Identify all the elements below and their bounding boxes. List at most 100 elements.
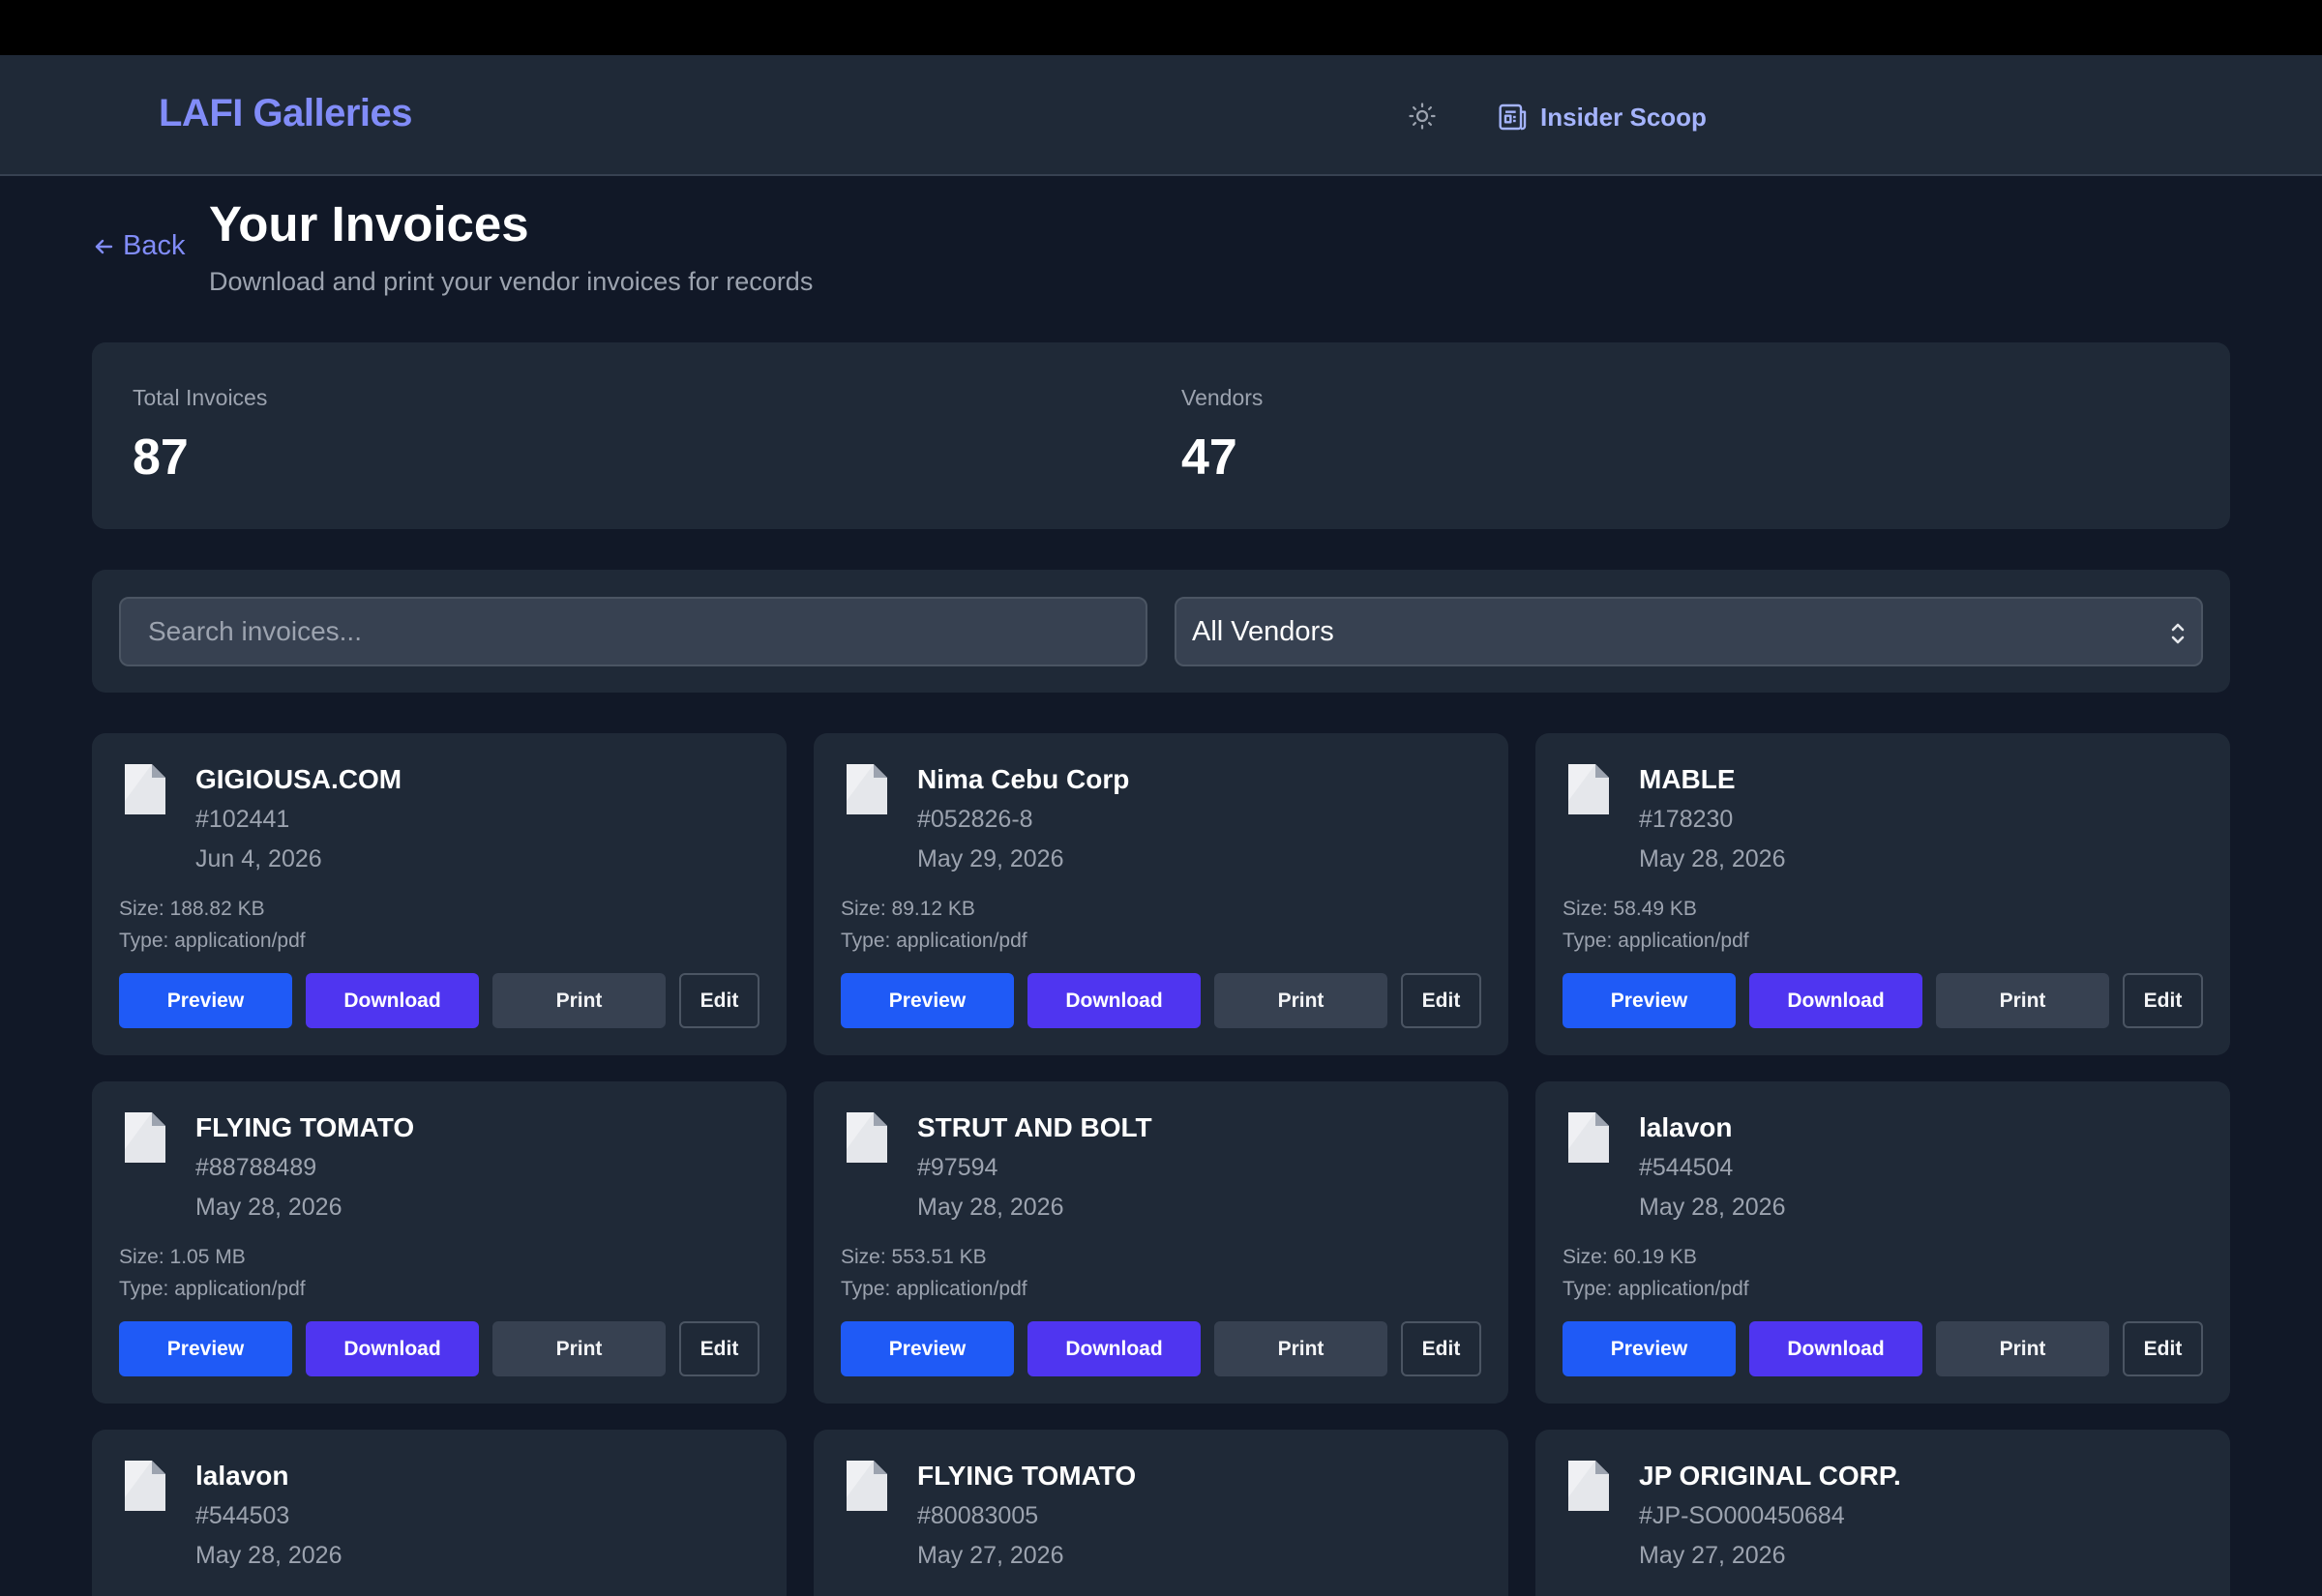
document-icon xyxy=(125,1112,165,1163)
window-top-bar xyxy=(0,0,2322,55)
invoice-number: #88788489 xyxy=(195,1154,317,1181)
site-header: LAFI Galleries Insider Scoop xyxy=(0,55,2322,176)
invoice-date: May 28, 2026 xyxy=(195,1542,342,1569)
filters-panel: All Vendors xyxy=(92,570,2230,693)
brand-logo[interactable]: LAFI Galleries xyxy=(159,92,412,135)
invoice-date: May 28, 2026 xyxy=(1639,1194,1786,1221)
invoice-vendor: lalavon xyxy=(1639,1112,1733,1142)
invoice-vendor: GIGIOUSA.COM xyxy=(195,764,402,794)
invoice-type: Type: application/pdf xyxy=(1563,1278,1749,1300)
edit-button[interactable]: Edit xyxy=(679,1321,759,1376)
invoice-size: Size: 188.82 KB xyxy=(119,898,265,920)
invoice-date: May 28, 2026 xyxy=(1639,845,1786,872)
invoice-vendor: STRUT AND BOLT xyxy=(917,1112,1152,1142)
invoice-date: May 28, 2026 xyxy=(917,1194,1064,1221)
invoice-size: Size: 1.05 MB xyxy=(119,1246,246,1268)
invoice-number: #052826-8 xyxy=(917,806,1033,833)
invoice-size: Size: 553.51 KB xyxy=(841,1246,987,1268)
vendor-select[interactable]: All Vendors xyxy=(1175,597,2203,666)
download-button[interactable]: Download xyxy=(306,973,479,1028)
stat-label: Vendors xyxy=(1181,385,1264,410)
invoice-card: FLYING TOMATO #80083005 May 27, 2026 xyxy=(814,1430,1508,1596)
preview-button[interactable]: Preview xyxy=(119,973,292,1028)
stat-label: Total Invoices xyxy=(133,385,268,410)
invoice-size: Size: 58.49 KB xyxy=(1563,898,1697,920)
invoice-type: Type: application/pdf xyxy=(1563,930,1749,952)
document-icon xyxy=(125,1461,165,1511)
arrow-left-icon xyxy=(95,239,113,253)
print-button[interactable]: Print xyxy=(1214,973,1387,1028)
invoice-vendor: FLYING TOMATO xyxy=(917,1461,1137,1491)
preview-button[interactable]: Preview xyxy=(841,1321,1014,1376)
invoice-number: #544503 xyxy=(195,1502,290,1529)
invoice-number: #97594 xyxy=(917,1154,998,1181)
download-button[interactable]: Download xyxy=(1027,1321,1201,1376)
document-icon xyxy=(1568,764,1609,814)
print-button[interactable]: Print xyxy=(492,973,666,1028)
print-button[interactable]: Print xyxy=(1936,1321,2109,1376)
invoice-date: May 28, 2026 xyxy=(195,1194,342,1221)
download-button[interactable]: Download xyxy=(306,1321,479,1376)
document-icon xyxy=(125,764,165,814)
invoice-date: May 27, 2026 xyxy=(1639,1542,1786,1569)
invoice-vendor: JP ORIGINAL CORP. xyxy=(1639,1461,1901,1491)
invoice-card: GIGIOUSA.COM #102441 Jun 4, 2026 Size: 1… xyxy=(92,733,787,1055)
vendor-select-value: All Vendors xyxy=(1192,615,1334,647)
invoice-number: #544504 xyxy=(1639,1154,1734,1181)
back-label: Back xyxy=(123,230,186,261)
stat-value: 47 xyxy=(1181,429,1237,486)
preview-button[interactable]: Preview xyxy=(1563,1321,1736,1376)
document-icon xyxy=(1568,1112,1609,1163)
invoice-vendor: Nima Cebu Corp xyxy=(917,764,1130,794)
edit-button[interactable]: Edit xyxy=(2123,973,2203,1028)
sun-icon xyxy=(1409,103,1436,130)
document-icon xyxy=(847,1112,887,1163)
back-link[interactable]: Back xyxy=(92,230,185,262)
invoice-date: May 27, 2026 xyxy=(917,1542,1064,1569)
invoice-type: Type: application/pdf xyxy=(841,1278,1027,1300)
invoice-card: lalavon #544503 May 28, 2026 xyxy=(92,1430,787,1596)
download-button[interactable]: Download xyxy=(1749,973,1922,1028)
page-title: Your Invoices xyxy=(209,196,529,251)
print-button[interactable]: Print xyxy=(1214,1321,1387,1376)
invoice-vendor: FLYING TOMATO xyxy=(195,1112,415,1142)
print-button[interactable]: Print xyxy=(1936,973,2109,1028)
invoice-date: May 29, 2026 xyxy=(917,845,1064,872)
preview-button[interactable]: Preview xyxy=(1563,973,1736,1028)
invoice-number: #JP-SO000450684 xyxy=(1639,1502,1845,1529)
stat-total-invoices: Total Invoices 87 xyxy=(133,385,267,487)
stat-value: 87 xyxy=(133,429,189,486)
download-button[interactable]: Download xyxy=(1027,973,1201,1028)
invoice-number: #178230 xyxy=(1639,806,1734,833)
stats-panel: Total Invoices 87 Vendors 47 xyxy=(92,342,2230,529)
invoice-card: FLYING TOMATO #88788489 May 28, 2026 Siz… xyxy=(92,1081,787,1404)
invoice-vendor: lalavon xyxy=(195,1461,289,1491)
search-input[interactable] xyxy=(119,597,1147,666)
document-icon xyxy=(1568,1461,1609,1511)
invoice-card: JP ORIGINAL CORP. #JP-SO000450684 May 27… xyxy=(1535,1430,2230,1596)
download-button[interactable]: Download xyxy=(1749,1321,1922,1376)
invoice-size: Size: 89.12 KB xyxy=(841,898,975,920)
insider-scoop-label: Insider Scoop xyxy=(1540,102,1707,132)
preview-button[interactable]: Preview xyxy=(841,973,1014,1028)
stat-vendors: Vendors 47 xyxy=(1181,385,1263,487)
preview-button[interactable]: Preview xyxy=(119,1321,292,1376)
newspaper-icon xyxy=(1499,103,1527,131)
invoice-number: #80083005 xyxy=(917,1502,1039,1529)
insider-scoop-link[interactable]: Insider Scoop xyxy=(1498,98,1707,136)
invoice-type: Type: application/pdf xyxy=(119,930,306,952)
invoice-type: Type: application/pdf xyxy=(119,1278,306,1300)
theme-toggle-button[interactable] xyxy=(1405,99,1440,133)
invoice-size: Size: 60.19 KB xyxy=(1563,1246,1697,1268)
print-button[interactable]: Print xyxy=(492,1321,666,1376)
invoice-card: lalavon #544504 May 28, 2026 Size: 60.19… xyxy=(1535,1081,2230,1404)
invoice-number: #102441 xyxy=(195,806,290,833)
edit-button[interactable]: Edit xyxy=(1401,1321,1481,1376)
invoice-date: Jun 4, 2026 xyxy=(195,845,322,872)
edit-button[interactable]: Edit xyxy=(679,973,759,1028)
edit-button[interactable]: Edit xyxy=(1401,973,1481,1028)
invoice-card: MABLE #178230 May 28, 2026 Size: 58.49 K… xyxy=(1535,733,2230,1055)
invoice-type: Type: application/pdf xyxy=(841,930,1027,952)
page-subtitle: Download and print your vendor invoices … xyxy=(209,267,814,296)
edit-button[interactable]: Edit xyxy=(2123,1321,2203,1376)
